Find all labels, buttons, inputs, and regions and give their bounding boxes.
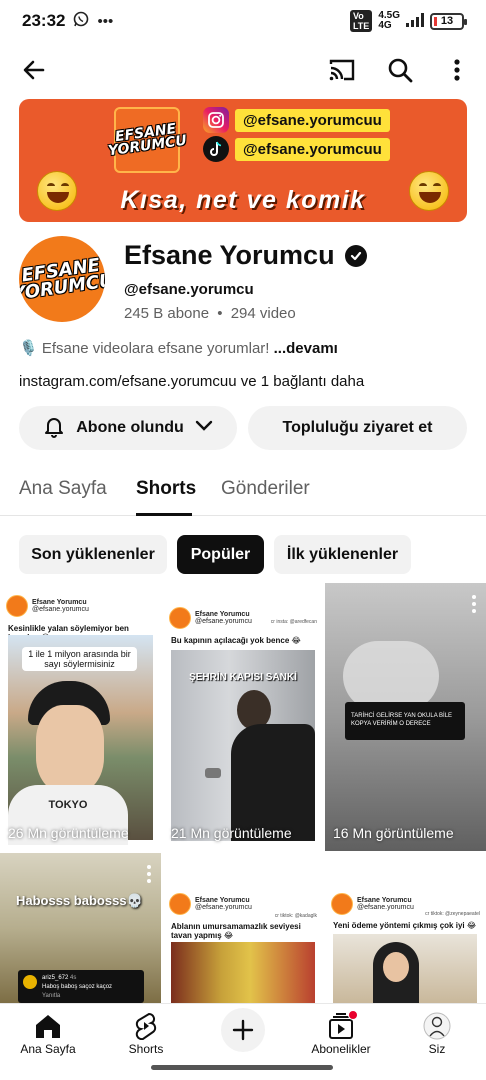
status-bar: 23:32 ••• Vo LTE 4.5G 4G 13 (0, 0, 486, 42)
tiktok-handle: @efsane.yorumcuu (235, 137, 390, 161)
signal-icon (406, 12, 424, 30)
door-handle-shape (205, 768, 221, 778)
tab-home[interactable]: Ana Sayfa (19, 478, 107, 500)
short-title: Ablanın umursamamazlık seviyesi tavan ya… (171, 922, 301, 940)
mini-channel-header: Efsane Yorumcu @efsane.yorumcu (331, 893, 414, 915)
home-icon (34, 1010, 62, 1042)
nav-subscriptions[interactable]: Abonelikler (296, 1010, 386, 1056)
tab-posts[interactable]: Gönderiler (221, 478, 310, 500)
short-title: Yeni ödeme yöntemi çıkmış çok iyi 😂 (333, 921, 477, 930)
short-tile[interactable]: Efsane Yorumcu @efsane.yorumcu cr tiktok:… (325, 853, 486, 1003)
channel-tabs: Ana Sayfa Shorts Gönderiler (0, 468, 486, 516)
thumbnail-overlay-text: 1 ile 1 milyon arasında bir sayı söylerm… (22, 647, 137, 671)
notification-dot (348, 1010, 358, 1020)
mini-channel-logo (6, 595, 28, 617)
chip-latest[interactable]: Son yüklenenler (19, 535, 167, 574)
app-bar (0, 50, 486, 90)
description-more-link[interactable]: ...devamı (274, 340, 338, 357)
back-arrow-icon[interactable] (14, 50, 54, 90)
stats-separator: • (217, 305, 223, 322)
volte-icon: Vo LTE (349, 10, 373, 32)
thumbnail-overlay-text: Habosss babosss💀 (16, 893, 143, 908)
instagram-icon (203, 107, 229, 133)
channel-links[interactable]: instagram.com/efsane.yorumcuu ve 1 bağla… (19, 373, 364, 390)
channel-banner: EFSANE YORUMCU @efsane.yorumcuu @efsane.… (19, 99, 467, 222)
short-tile[interactable]: TARİHCİ GELİRSE YAN OKULA BİLE KOPYA VER… (325, 583, 486, 851)
video-count: 294 video (230, 305, 296, 322)
credit-text: cr tiktok: @zeynepaeatel (425, 911, 480, 917)
mini-channel-header: Efsane Yorumcu @efsane.yorumcu (6, 595, 89, 617)
channel-stats: 245 B abone • 294 video (124, 305, 296, 322)
face-shape (383, 952, 409, 982)
profile-avatar-icon (423, 1010, 451, 1042)
more-vert-icon[interactable] (437, 50, 477, 90)
active-tab-indicator (136, 513, 192, 516)
short-thumbnail (171, 942, 315, 1003)
mini-channel-header: Efsane Yorumcu @efsane.yorumcu (169, 893, 252, 915)
create-plus-icon (221, 1008, 265, 1052)
view-count: 26 Mn görüntüleme (8, 825, 129, 841)
channel-description[interactable]: 🎙️ Efsane videolara efsane yorumlar! ...… (19, 339, 338, 357)
short-thumbnail: 1 ile 1 milyon arasında bir sayı söylerm… (8, 635, 153, 845)
visit-community-button[interactable]: Topluluğu ziyaret et (248, 406, 467, 450)
instagram-row: @efsane.yorumcuu (203, 107, 390, 133)
short-tile[interactable]: Efsane Yorumcu @efsane.yorumcu cr insta: … (163, 583, 323, 851)
short-tile[interactable]: Efsane Yorumcu @efsane.yorumcu cr tiktok:… (163, 853, 323, 1003)
short-thumbnail: ŞEHRİN KAPISI SANKİ (171, 650, 315, 841)
channel-handle: @efsane.yorumcu (124, 281, 254, 298)
view-count: 16 Mn görüntüleme (333, 825, 454, 841)
thumbnail-overlay-text: ŞEHRİN KAPISI SANKİ (189, 672, 297, 683)
bell-icon (42, 414, 66, 443)
network-indicator: 4.5G 4G (378, 10, 400, 31)
instagram-handle: @efsane.yorumcuu (235, 108, 390, 132)
mini-channel-logo (331, 893, 353, 915)
battery-icon: 13 (430, 12, 467, 30)
nav-home[interactable]: Ana Sayfa (3, 1010, 93, 1056)
status-right: Vo LTE 4.5G 4G 13 (349, 10, 467, 32)
short-tile[interactable]: Efsane Yorumcu @efsane.yorumcu Kesinlikle… (0, 583, 161, 851)
credit-text: cr insta: @aredfecan (270, 619, 317, 625)
face-shape (36, 705, 104, 793)
chip-popular[interactable]: Popüler (177, 535, 264, 574)
search-icon[interactable] (380, 50, 420, 90)
subscribed-button[interactable]: Abone olundu (19, 406, 237, 450)
shorts-icon (134, 1010, 158, 1042)
tiktok-row: @efsane.yorumcuu (203, 136, 390, 162)
nav-shorts[interactable]: Shorts (101, 1010, 191, 1056)
channel-avatar[interactable]: EFSANE YORUMCU (19, 236, 105, 322)
fabric-shape (343, 641, 439, 711)
comment-card: ariz5_672 4s Haboş baboş saçoz kaçoz Yan… (18, 970, 144, 1003)
short-title: Bu kapının açılacağı yok bence 😂 (171, 636, 301, 645)
more-vert-icon[interactable] (147, 865, 151, 886)
banner-tagline: Kısa, net ve komik (120, 186, 366, 214)
subscriber-count: 245 B abone (124, 305, 210, 322)
subscriptions-icon (326, 1010, 358, 1042)
more-vert-icon[interactable] (472, 595, 476, 616)
chevron-down-icon (194, 419, 214, 438)
banner-logo: EFSANE YORUMCU (107, 107, 188, 173)
tab-shorts[interactable]: Shorts (136, 478, 196, 500)
more-notifications-icon: ••• (97, 12, 114, 30)
verified-check-icon (344, 244, 367, 267)
cast-icon[interactable] (322, 50, 362, 90)
mini-channel-logo (169, 893, 191, 915)
mini-channel-header: Efsane Yorumcu @efsane.yorumcu (169, 607, 252, 629)
tiktok-icon (203, 136, 229, 162)
short-tile[interactable]: Habosss babosss💀 ariz5_672 4s Haboş babo… (0, 853, 161, 1003)
chip-oldest[interactable]: İlk yüklenenler (274, 535, 411, 574)
nav-you[interactable]: Siz (392, 1010, 482, 1056)
nav-create[interactable] (198, 1008, 288, 1052)
short-thumbnail (333, 934, 477, 1003)
mini-channel-logo (169, 607, 191, 629)
credit-text: cr tiktok: @kadaglk (274, 913, 317, 919)
status-time: 23:32 (22, 11, 66, 30)
whatsapp-icon (73, 11, 89, 31)
view-count: 21 Mn görüntüleme (171, 825, 292, 841)
jacket-shape (231, 724, 315, 841)
commenter-avatar (23, 975, 37, 989)
comment-card: TARİHCİ GELİRSE YAN OKULA BİLE KOPYA VER… (345, 702, 465, 740)
channel-name: Efsane Yorumcu (124, 240, 367, 271)
gesture-home-bar[interactable] (151, 1065, 333, 1070)
